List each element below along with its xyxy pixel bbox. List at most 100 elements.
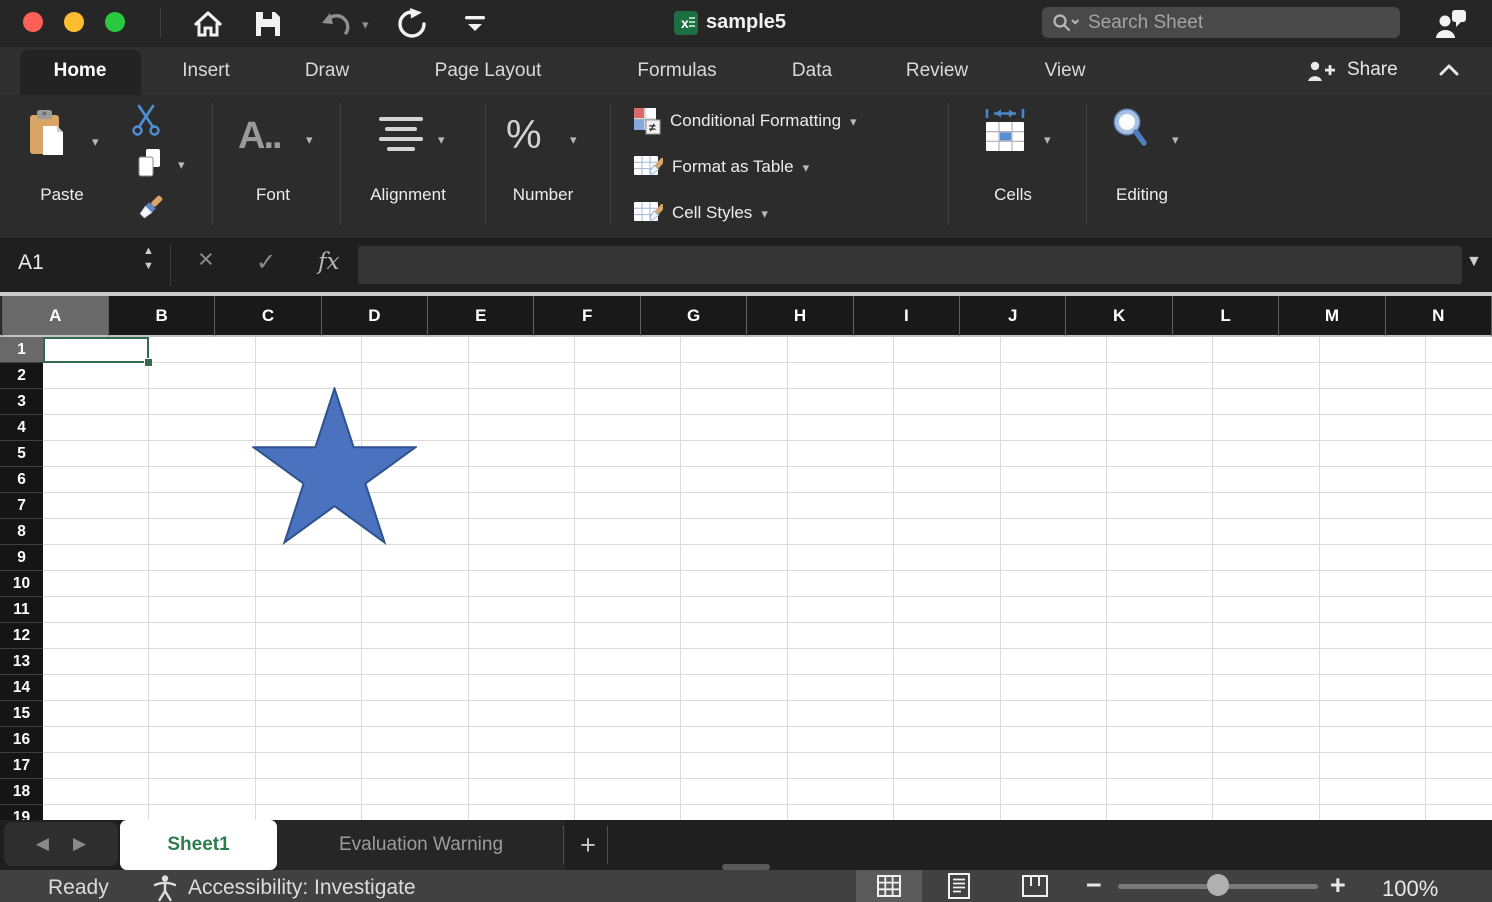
cell-M18[interactable] [1320, 779, 1426, 805]
row-header-4[interactable]: 4 [0, 415, 43, 441]
cell-I5[interactable] [894, 441, 1000, 467]
tab-draw[interactable]: Draw [305, 60, 349, 82]
cell-E15[interactable] [469, 701, 575, 727]
undo-dropdown-icon[interactable]: ▾ [362, 18, 369, 31]
cell-K9[interactable] [1107, 545, 1213, 571]
cell-N2[interactable] [1426, 363, 1492, 389]
editing-dropdown-icon[interactable]: ▾ [1172, 133, 1179, 146]
cell-G17[interactable] [681, 753, 787, 779]
cell-G16[interactable] [681, 727, 787, 753]
tab-insert[interactable]: Insert [182, 60, 230, 82]
cell-B17[interactable] [149, 753, 255, 779]
spreadsheet-grid[interactable]: ABCDEFGHIJKLMN 1234567891011121314151617… [0, 296, 1492, 820]
cell-K4[interactable] [1107, 415, 1213, 441]
cell-L19[interactable] [1213, 805, 1319, 820]
cell-E2[interactable] [469, 363, 575, 389]
normal-view-button[interactable] [856, 870, 922, 902]
cell-C16[interactable] [256, 727, 362, 753]
row-header-5[interactable]: 5 [0, 441, 43, 467]
cell-I12[interactable] [894, 623, 1000, 649]
cell-N13[interactable] [1426, 649, 1492, 675]
cell-G10[interactable] [681, 571, 787, 597]
cell-J7[interactable] [1001, 493, 1107, 519]
cell-F12[interactable] [575, 623, 681, 649]
cell-A14[interactable] [43, 675, 149, 701]
cell-H13[interactable] [788, 649, 894, 675]
row-header-18[interactable]: 18 [0, 779, 43, 805]
cell-A19[interactable] [43, 805, 149, 820]
sheet-tab-sheet1[interactable]: Sheet1 [120, 820, 277, 870]
cell-L1[interactable] [1213, 337, 1319, 363]
minimize-window-button[interactable] [64, 12, 84, 32]
cell-G13[interactable] [681, 649, 787, 675]
cell-L14[interactable] [1213, 675, 1319, 701]
cell-E9[interactable] [469, 545, 575, 571]
cell-F16[interactable] [575, 727, 681, 753]
cell-E18[interactable] [469, 779, 575, 805]
zoom-percentage[interactable]: 100% [1382, 876, 1438, 902]
cell-N7[interactable] [1426, 493, 1492, 519]
cell-C12[interactable] [256, 623, 362, 649]
row-header-2[interactable]: 2 [0, 363, 43, 389]
cell-B13[interactable] [149, 649, 255, 675]
cell-E17[interactable] [469, 753, 575, 779]
cell-C13[interactable] [256, 649, 362, 675]
cell-N14[interactable] [1426, 675, 1492, 701]
cell-H4[interactable] [788, 415, 894, 441]
cell-B6[interactable] [149, 467, 255, 493]
cell-A7[interactable] [43, 493, 149, 519]
cell-A10[interactable] [43, 571, 149, 597]
cell-I7[interactable] [894, 493, 1000, 519]
share-label[interactable]: Share [1347, 59, 1398, 81]
cell-H19[interactable] [788, 805, 894, 820]
cell-L12[interactable] [1213, 623, 1319, 649]
cell-F1[interactable] [575, 337, 681, 363]
row-header-16[interactable]: 16 [0, 727, 43, 753]
row-header-8[interactable]: 8 [0, 519, 43, 545]
cell-E8[interactable] [469, 519, 575, 545]
cell-G5[interactable] [681, 441, 787, 467]
cell-C9[interactable] [256, 545, 362, 571]
cell-I2[interactable] [894, 363, 1000, 389]
cell-M14[interactable] [1320, 675, 1426, 701]
cell-M8[interactable] [1320, 519, 1426, 545]
cell-N19[interactable] [1426, 805, 1492, 820]
sheet-tab-evaluation-warning[interactable]: Evaluation Warning [277, 820, 565, 870]
copy-dropdown-icon[interactable]: ▾ [178, 158, 185, 171]
cell-L7[interactable] [1213, 493, 1319, 519]
row-header-1[interactable]: 1 [0, 337, 43, 363]
cell-N10[interactable] [1426, 571, 1492, 597]
cell-L5[interactable] [1213, 441, 1319, 467]
search-input[interactable] [1086, 11, 1390, 35]
row-header-11[interactable]: 11 [0, 597, 43, 623]
cell-A9[interactable] [43, 545, 149, 571]
cell-D15[interactable] [362, 701, 468, 727]
cell-J17[interactable] [1001, 753, 1107, 779]
cell-C2[interactable] [256, 363, 362, 389]
spinner-down-icon[interactable]: ▼ [143, 259, 154, 274]
cell-H3[interactable] [788, 389, 894, 415]
cell-A4[interactable] [43, 415, 149, 441]
cell-G9[interactable] [681, 545, 787, 571]
cell-N1[interactable] [1426, 337, 1492, 363]
cell-J11[interactable] [1001, 597, 1107, 623]
cell-I14[interactable] [894, 675, 1000, 701]
cell-F14[interactable] [575, 675, 681, 701]
cell-H2[interactable] [788, 363, 894, 389]
cell-K15[interactable] [1107, 701, 1213, 727]
cell-M3[interactable] [1320, 389, 1426, 415]
cell-I15[interactable] [894, 701, 1000, 727]
cell-E10[interactable] [469, 571, 575, 597]
tab-formulas[interactable]: Formulas [637, 60, 716, 82]
cell-D19[interactable] [362, 805, 468, 820]
cell-H11[interactable] [788, 597, 894, 623]
cell-D17[interactable] [362, 753, 468, 779]
cell-M6[interactable] [1320, 467, 1426, 493]
cell-A6[interactable] [43, 467, 149, 493]
zoom-out-button[interactable]: − [1086, 870, 1102, 901]
cell-A13[interactable] [43, 649, 149, 675]
cell-I4[interactable] [894, 415, 1000, 441]
cell-F18[interactable] [575, 779, 681, 805]
cell-K5[interactable] [1107, 441, 1213, 467]
collapse-ribbon-button[interactable] [1438, 63, 1460, 77]
